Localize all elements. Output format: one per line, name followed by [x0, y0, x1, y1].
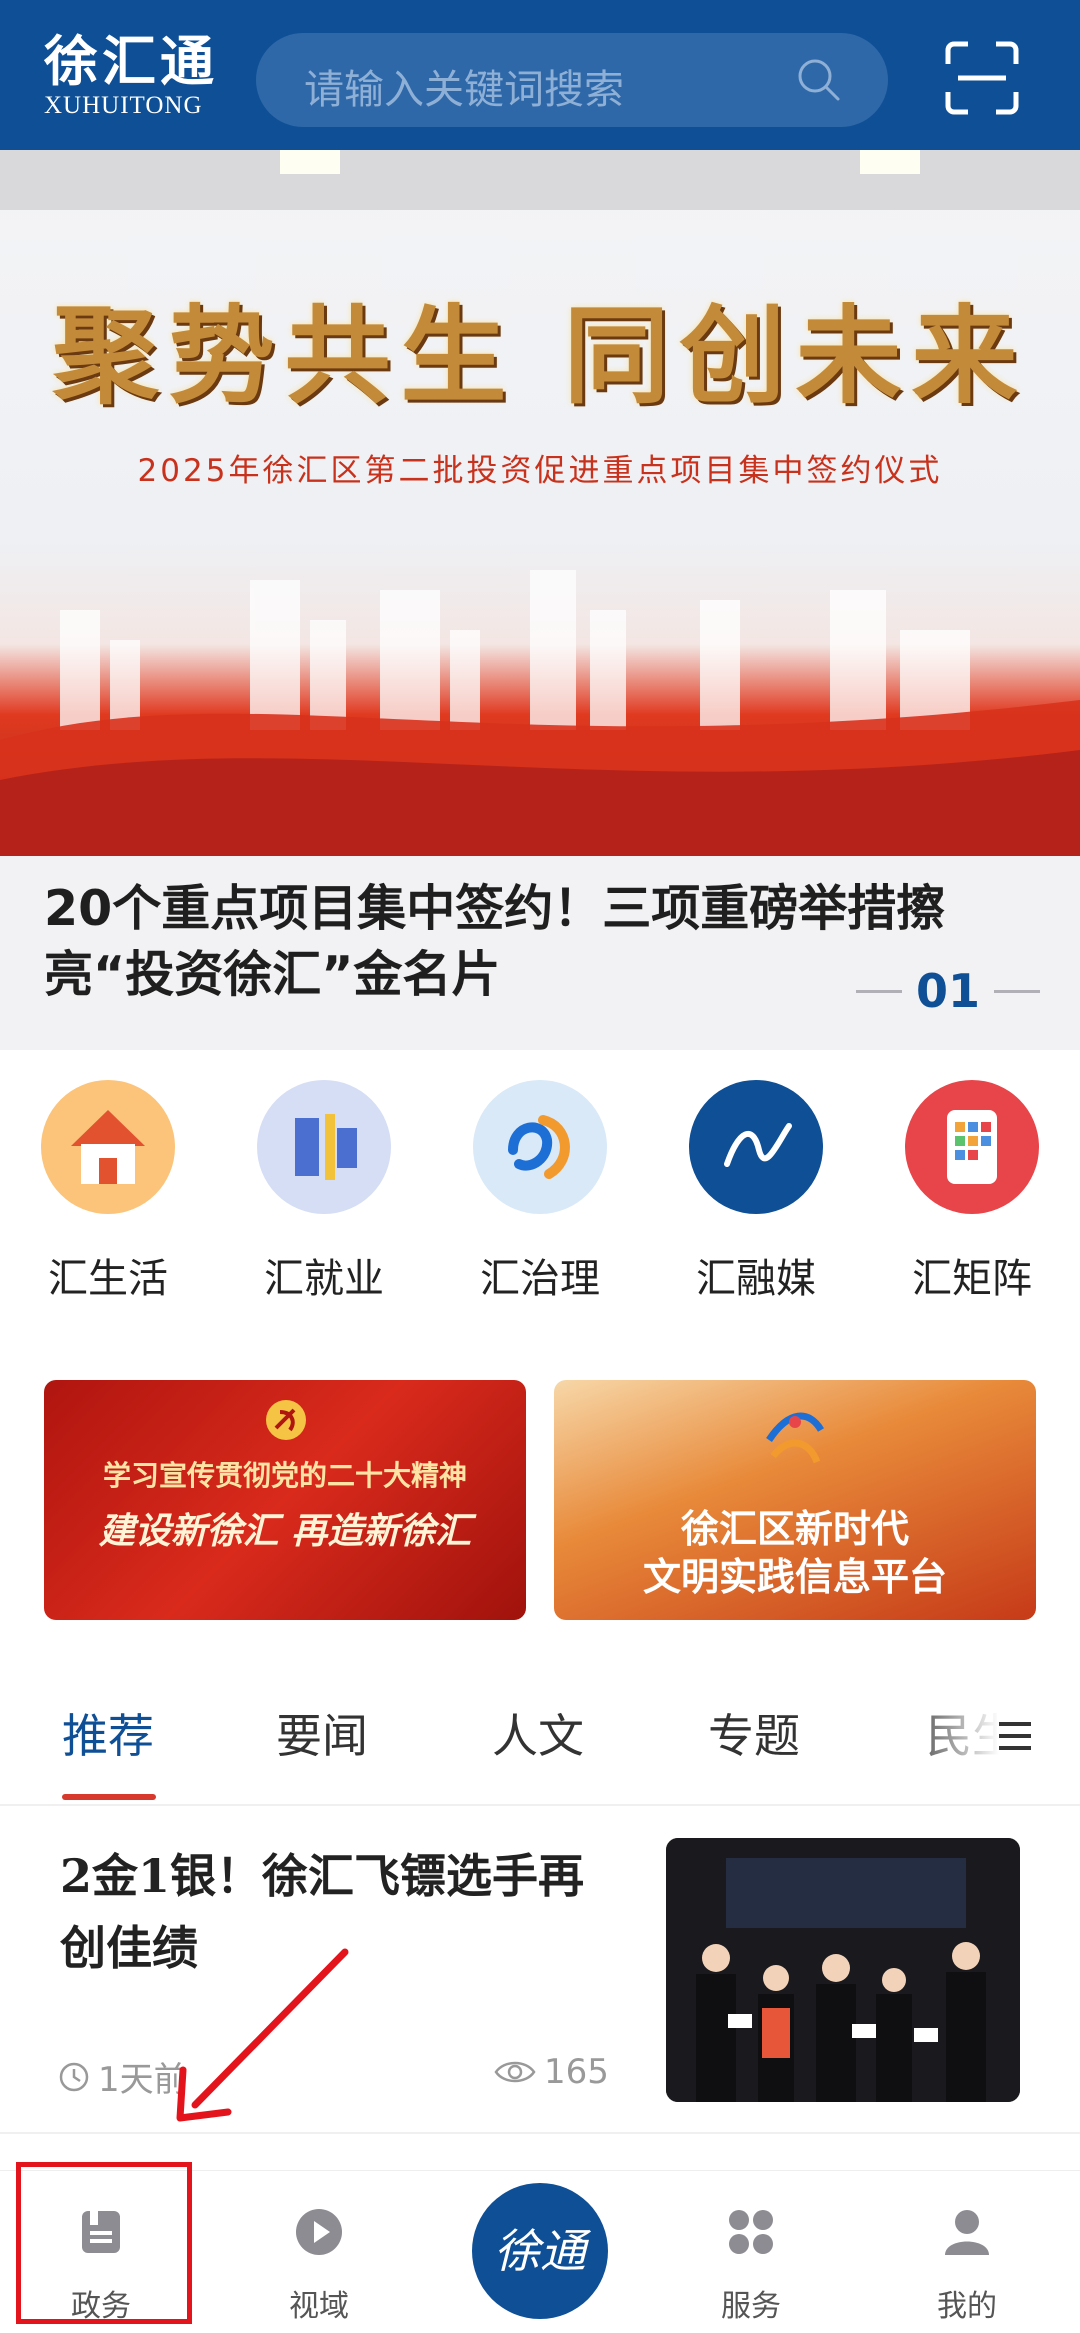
- banner-slogan: 聚势共生 同创未来: [52, 293, 1028, 418]
- search-icon[interactable]: [796, 57, 842, 103]
- nav-profile[interactable]: 我的: [892, 2207, 1042, 2325]
- shortcut-grid: 汇生活 汇就业 汇治理 汇融媒 汇矩阵: [0, 1080, 1080, 1320]
- promo-line2: 建设新徐汇 再造新徐汇: [98, 1511, 472, 1552]
- app-logo: 徐汇通 XUHUITONG: [44, 30, 224, 130]
- phone-apps-icon: [905, 1080, 1039, 1214]
- grid-icon: [729, 2210, 773, 2254]
- article-views: 165: [494, 2052, 609, 2092]
- nav-label: 服务: [721, 2289, 781, 2324]
- hero-banner[interactable]: 聚势共生 同创未来 2025年徐汇区第二批投资促进重点项目集中签约仪式: [0, 150, 1080, 856]
- news-article[interactable]: 2金1银！徐汇飞镖选手再创佳绩 1天前 165: [0, 1820, 1080, 2134]
- house-icon: [41, 1080, 175, 1214]
- article-time-text: 1天前: [98, 2060, 188, 2100]
- promo-line1: 徐汇区新时代: [680, 1506, 909, 1551]
- menu-icon[interactable]: [995, 1716, 1035, 1756]
- clock-icon: [59, 2062, 89, 2091]
- ceiling-light: [860, 150, 920, 174]
- shortcut-label: 汇矩阵: [912, 1256, 1032, 1302]
- shortcut-hui-governance[interactable]: 汇治理: [440, 1080, 640, 1304]
- media-icon: [689, 1080, 823, 1214]
- tab-fade: [900, 1690, 1080, 1790]
- headline-card[interactable]: 20个重点项目集中签约！三项重磅举措擦亮“投资徐汇”金名片 01: [0, 856, 1080, 1050]
- shortcut-hui-life[interactable]: 汇生活: [8, 1080, 208, 1304]
- article-thumbnail[interactable]: [666, 1838, 1020, 2102]
- user-icon: [945, 2210, 989, 2255]
- tab-recommend[interactable]: 推荐: [62, 1700, 154, 1766]
- logo-english: XUHUITONG: [44, 92, 203, 119]
- article-time: 1天前: [58, 2052, 188, 2101]
- active-tab-indicator: [62, 1794, 156, 1800]
- pager-line-left: [855, 989, 902, 993]
- shortcut-hui-media[interactable]: 汇融媒: [656, 1080, 856, 1304]
- scan-icon[interactable]: [944, 40, 1020, 116]
- recruit-icon: [257, 1080, 391, 1214]
- pager-line-right: [994, 989, 1040, 993]
- play-icon: [296, 2209, 342, 2255]
- news-tabs: 推荐 要闻 人文 专题 民生: [0, 1690, 1080, 1806]
- banner-subtitle: 2025年徐汇区第二批投资促进重点项目集中签约仪式: [137, 453, 943, 489]
- banner-pager: 01: [855, 964, 1040, 1018]
- search-placeholder: 请输入关键词搜索: [304, 67, 624, 113]
- nav-video[interactable]: 视域: [244, 2207, 394, 2325]
- shortcut-label: 汇治理: [480, 1256, 600, 1302]
- logo-chinese: 徐汇通: [44, 29, 218, 93]
- promo-line2: 文明实践信息平台: [642, 1554, 947, 1599]
- skyline-graphic: [0, 570, 1080, 856]
- promo-party-spirit[interactable]: 学习宣传贯彻党的二十大精神 建设新徐汇 再造新徐汇: [44, 1380, 526, 1620]
- civilization-logo-icon: [766, 1412, 824, 1464]
- tab-headlines[interactable]: 要闻: [276, 1700, 368, 1766]
- app-header: 徐汇通 XUHUITONG 请输入关键词搜索: [0, 0, 1080, 150]
- governance-icon: [473, 1080, 607, 1214]
- shortcut-hui-matrix[interactable]: 汇矩阵: [872, 1080, 1072, 1304]
- eye-icon: [494, 2061, 536, 2083]
- shortcut-label: 汇融媒: [696, 1256, 816, 1302]
- tab-culture[interactable]: 人文: [492, 1700, 584, 1766]
- article-title[interactable]: 2金1银！徐汇飞镖选手再创佳绩: [60, 1840, 620, 1984]
- party-emblem-icon: [266, 1400, 306, 1440]
- shortcut-label: 汇生活: [48, 1256, 168, 1302]
- nav-label: 视域: [289, 2289, 349, 2324]
- ceiling-light: [280, 150, 340, 174]
- shortcut-label: 汇就业: [264, 1256, 384, 1302]
- nav-label: 我的: [937, 2289, 997, 2324]
- promo-line1: 学习宣传贯彻党的二十大精神: [102, 1459, 467, 1492]
- pager-number: 01: [915, 964, 980, 1018]
- promo-civilization-platform[interactable]: 徐汇区新时代 文明实践信息平台: [554, 1380, 1036, 1620]
- article-views-count: 165: [544, 2052, 609, 2092]
- players-photo: [666, 1838, 1020, 2102]
- annotation-highlight-box: [16, 2162, 192, 2324]
- tab-topics[interactable]: 专题: [708, 1700, 800, 1766]
- shortcut-hui-jobs[interactable]: 汇就业: [224, 1080, 424, 1304]
- nav-home-logo-button[interactable]: 徐通: [472, 2183, 608, 2319]
- search-input[interactable]: 请输入关键词搜索: [256, 33, 888, 127]
- nav-services[interactable]: 服务: [676, 2207, 826, 2325]
